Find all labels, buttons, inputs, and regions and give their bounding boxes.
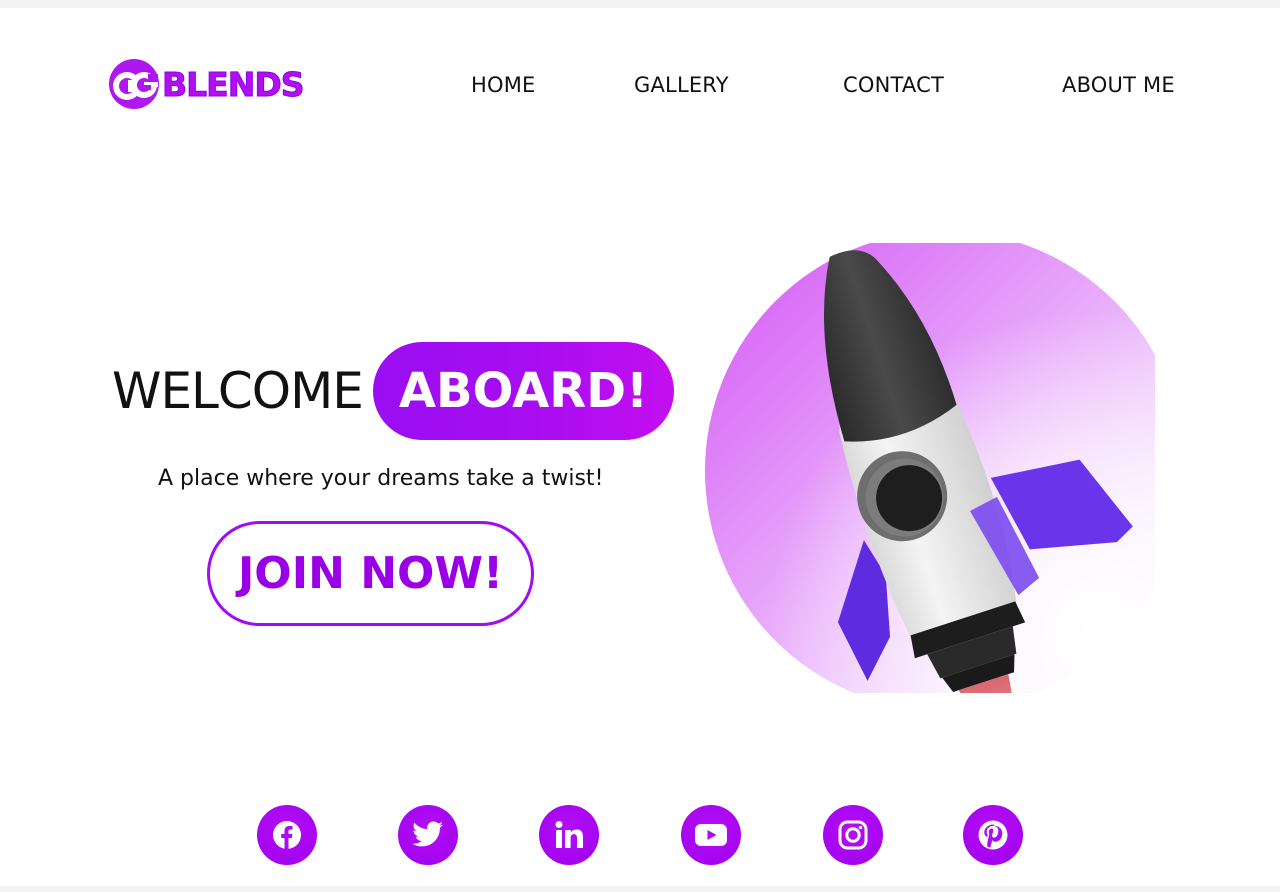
nav-about-me[interactable]: ABOUT ME: [1062, 73, 1175, 97]
hero-highlight-pill: ABOARD!: [372, 342, 674, 440]
hero-welcome-text: WELCOME: [112, 362, 364, 420]
hero-heading: WELCOME ABOARD!: [112, 342, 674, 440]
nav-contact[interactable]: CONTACT: [843, 73, 944, 97]
nav-home[interactable]: HOME: [471, 73, 536, 97]
brand-logo[interactable]: CG BLENDS: [108, 58, 306, 110]
social-links: [0, 805, 1280, 865]
hero-highlight-text: ABOARD!: [398, 363, 648, 419]
nav-gallery[interactable]: GALLERY: [634, 73, 729, 97]
brand-name: BLENDS: [162, 64, 306, 104]
linkedin-icon[interactable]: [539, 805, 599, 865]
join-now-button[interactable]: JOIN NOW!: [207, 521, 534, 626]
pinterest-icon[interactable]: [963, 805, 1023, 865]
logo-badge: CG: [108, 58, 160, 110]
hero-tagline: A place where your dreams take a twist!: [158, 466, 604, 491]
rocket-illustration: [700, 231, 1185, 745]
join-now-label: JOIN NOW!: [237, 548, 504, 599]
youtube-icon[interactable]: [681, 805, 741, 865]
twitter-icon[interactable]: [398, 805, 458, 865]
facebook-icon[interactable]: [257, 805, 317, 865]
instagram-icon[interactable]: [823, 805, 883, 865]
landing-page: CG BLENDS HOME GALLERY CONTACT ABOUT ME …: [0, 8, 1280, 886]
